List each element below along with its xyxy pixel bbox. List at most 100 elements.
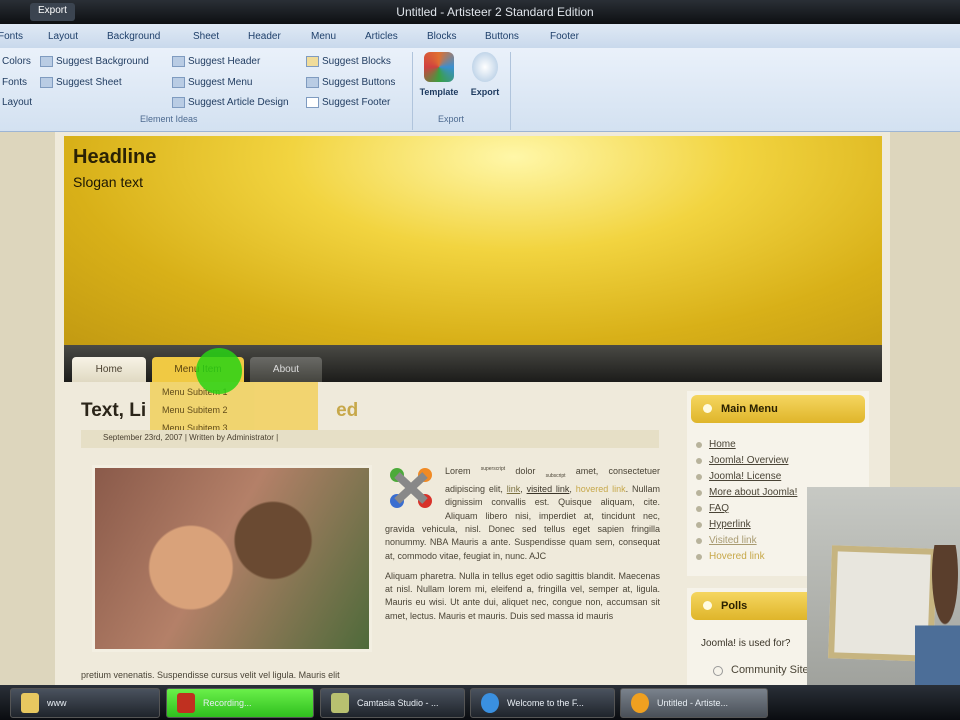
background-icon bbox=[40, 56, 53, 67]
taskbar-item-artisteer[interactable]: Untitled - Artiste... bbox=[620, 688, 768, 718]
suggest-article-design-button[interactable]: Suggest Article Design bbox=[172, 97, 289, 108]
menu-icon bbox=[172, 77, 185, 88]
taskbar-item-recording[interactable]: Recording... bbox=[166, 688, 314, 718]
group-label-export: Export bbox=[438, 114, 465, 124]
poll-option[interactable]: Community Sites bbox=[713, 664, 814, 676]
tab-fonts[interactable]: Fonts bbox=[0, 31, 23, 42]
main-menu-link-license[interactable]: Joomla! License bbox=[695, 471, 781, 482]
group-label-element-ideas: Element Ideas bbox=[140, 114, 198, 124]
fonts-button[interactable]: Fonts bbox=[2, 77, 27, 88]
blocks-icon bbox=[306, 56, 319, 67]
recorder-icon bbox=[177, 693, 195, 713]
main-menu-link-more[interactable]: More about Joomla! bbox=[695, 487, 797, 498]
menu-home[interactable]: Home bbox=[72, 357, 146, 382]
label: Welcome to the F... bbox=[507, 698, 584, 708]
camtasia-icon bbox=[331, 693, 349, 713]
tab-buttons[interactable]: Buttons bbox=[485, 31, 519, 42]
menu-about[interactable]: About bbox=[250, 357, 322, 382]
template-button[interactable]: Template bbox=[418, 52, 460, 97]
tab-footer[interactable]: Footer bbox=[550, 31, 579, 42]
label: Export bbox=[470, 87, 500, 97]
article-title: Text, Li ed bbox=[81, 400, 358, 422]
article-body: Lorem superscript dolor subscript amet, … bbox=[385, 463, 660, 630]
tab-background[interactable]: Background bbox=[107, 31, 160, 42]
label: Suggest Buttons bbox=[322, 77, 396, 88]
taskbar-item-camtasia[interactable]: Camtasia Studio - ... bbox=[320, 688, 465, 718]
folder-icon bbox=[21, 693, 39, 713]
tab-articles[interactable]: Articles bbox=[365, 31, 398, 42]
joomla-logo-icon bbox=[390, 468, 432, 508]
paragraph-3: pretium venenatis. Suspendisse cursus ve… bbox=[81, 670, 340, 680]
article-metadata: September 23rd, 2007 | Written by Admini… bbox=[81, 430, 659, 448]
label: Suggest Sheet bbox=[56, 77, 122, 88]
t: dolor bbox=[505, 466, 546, 476]
headline: Headline bbox=[73, 146, 157, 168]
tab-blocks[interactable]: Blocks bbox=[427, 31, 456, 42]
paragraph-2: Aliquam pharetra. Nulla in tellus eget o… bbox=[385, 570, 660, 621]
main-menu-link-overview[interactable]: Joomla! Overview bbox=[695, 455, 788, 466]
header-icon bbox=[172, 56, 185, 67]
taskbar: www Recording... Camtasia Studio - ... W… bbox=[0, 685, 960, 720]
layout-button[interactable]: Layout bbox=[2, 97, 32, 108]
label: www bbox=[47, 698, 67, 708]
poll-question: Joomla! is used for? bbox=[701, 638, 791, 649]
suggest-header-button[interactable]: Suggest Header bbox=[172, 56, 260, 67]
suggest-buttons-button[interactable]: Suggest Buttons bbox=[306, 77, 395, 88]
tab-layout[interactable]: Layout bbox=[48, 31, 78, 42]
suggest-footer-button[interactable]: Suggest Footer bbox=[306, 97, 390, 108]
label: Community Sites bbox=[731, 664, 815, 676]
main-menu-link-visited[interactable]: Visited link bbox=[696, 535, 757, 546]
title-bar: Export Untitled - Artisteer 2 Standard E… bbox=[0, 0, 960, 24]
ribbon: Colors Fonts Layout Suggest Background S… bbox=[0, 48, 960, 132]
main-menu-link-hyperlink[interactable]: Hyperlink bbox=[696, 519, 751, 530]
t: Lorem bbox=[445, 466, 481, 476]
label: Suggest Footer bbox=[322, 97, 391, 108]
window-title: Untitled - Artisteer 2 Standard Edition bbox=[396, 5, 594, 19]
export-button[interactable]: Export bbox=[465, 52, 505, 97]
label: Suggest Menu bbox=[188, 77, 253, 88]
article-photo bbox=[92, 465, 372, 652]
visited-link[interactable]: visited link bbox=[527, 484, 570, 494]
label: Suggest Header bbox=[188, 56, 261, 67]
label: Suggest Blocks bbox=[322, 56, 391, 67]
buttons-icon bbox=[306, 77, 319, 88]
tab-header[interactable]: Header bbox=[248, 31, 281, 42]
label: Recording... bbox=[203, 698, 252, 708]
presenter bbox=[915, 545, 960, 690]
slogan: Slogan text bbox=[73, 174, 144, 190]
nav-menu: Home Menu Item About bbox=[64, 345, 882, 382]
divider bbox=[510, 52, 511, 130]
subscript: subscript bbox=[545, 472, 566, 479]
taskbar-item-www[interactable]: www bbox=[10, 688, 160, 718]
tab-sheet[interactable]: Sheet bbox=[193, 31, 219, 42]
label: Template bbox=[419, 87, 459, 97]
template-icon bbox=[424, 52, 454, 82]
footer-icon bbox=[306, 97, 319, 108]
taskbar-item-browser[interactable]: Welcome to the F... bbox=[470, 688, 615, 718]
main-menu-title: Main Menu bbox=[691, 395, 865, 423]
colors-button[interactable]: Colors bbox=[2, 56, 31, 67]
ribbon-tabs: Fonts Layout Background Sheet Header Men… bbox=[0, 24, 960, 48]
link[interactable]: link bbox=[507, 484, 521, 494]
artisteer-icon bbox=[631, 693, 649, 713]
divider bbox=[412, 52, 413, 130]
radio-icon[interactable] bbox=[713, 666, 723, 676]
suggest-menu-button[interactable]: Suggest Menu bbox=[172, 77, 253, 88]
suggest-background-button[interactable]: Suggest Background bbox=[40, 56, 149, 67]
cursor-highlight bbox=[196, 348, 242, 394]
tab-menu[interactable]: Menu bbox=[311, 31, 336, 42]
suggest-sheet-button[interactable]: Suggest Sheet bbox=[40, 77, 122, 88]
site-header: Headline Slogan text bbox=[64, 136, 882, 345]
ie-icon bbox=[481, 693, 499, 713]
suggest-blocks-button[interactable]: Suggest Blocks bbox=[306, 56, 391, 67]
main-menu-link-hovered[interactable]: Hovered link bbox=[696, 551, 765, 562]
main-menu-link-faq[interactable]: FAQ bbox=[695, 503, 729, 514]
label: Suggest Article Design bbox=[188, 97, 289, 108]
label: Suggest Background bbox=[56, 56, 149, 67]
sheet-icon bbox=[40, 77, 53, 88]
export-icon bbox=[472, 52, 498, 82]
label: Untitled - Artiste... bbox=[657, 698, 729, 708]
hovered-link[interactable]: hovered link bbox=[576, 484, 626, 494]
main-menu-link-home[interactable]: Home bbox=[696, 439, 736, 450]
title-start: Text, Li bbox=[81, 400, 147, 421]
